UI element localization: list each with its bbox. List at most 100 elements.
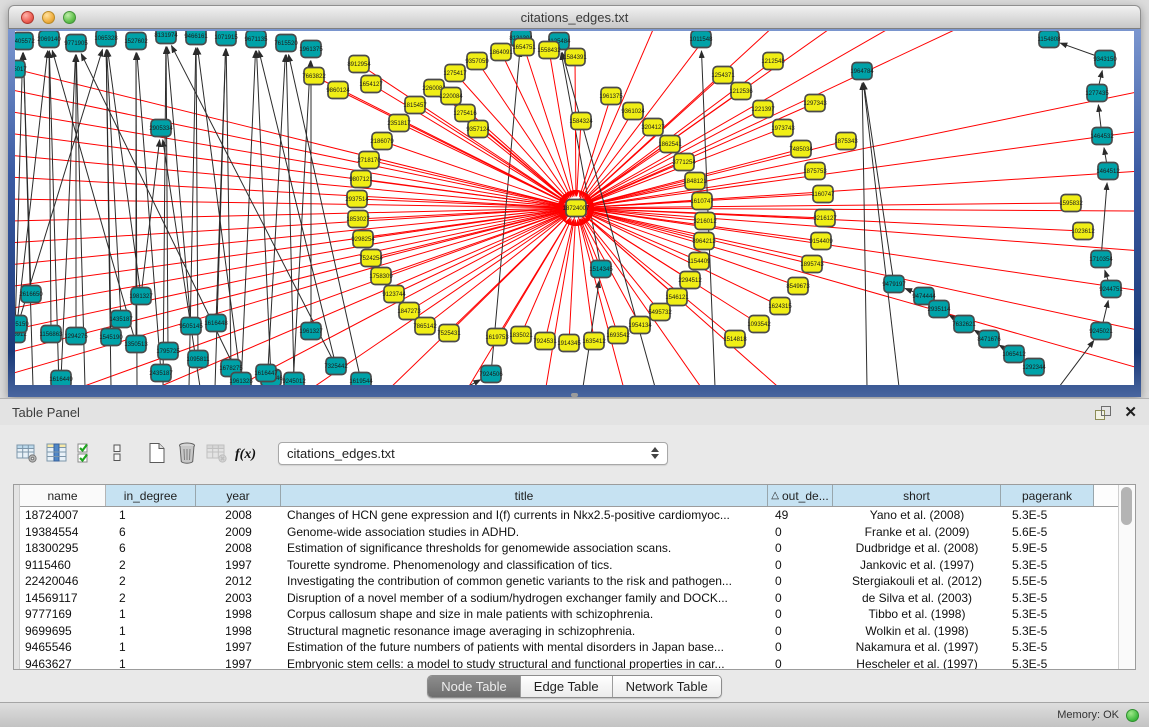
- graph-node[interactable]: 3216127: [813, 210, 837, 227]
- graph-node[interactable]: 7924531: [533, 333, 557, 350]
- graph-node[interactable]: 7525431: [437, 325, 461, 342]
- graph-edge[interactable]: [267, 55, 285, 385]
- graph-node[interactable]: 1616449: [49, 371, 73, 386]
- graph-node[interactable]: 9505145: [179, 318, 203, 335]
- window-titlebar[interactable]: citations_edges.txt: [8, 5, 1141, 29]
- graph-node[interactable]: 2186079: [370, 133, 394, 150]
- graph-node[interactable]: 1895743: [800, 256, 824, 273]
- graph-node[interactable]: 1758309: [369, 268, 393, 285]
- table-row[interactable]: 969969511998Structural magnetic resonanc…: [20, 623, 1118, 640]
- graph-node[interactable]: 9123744: [382, 286, 406, 303]
- graph-node[interactable]: 1624315: [768, 298, 792, 315]
- graph-node[interactable]: 1545190: [99, 329, 123, 346]
- graph-node[interactable]: 9343150: [1093, 51, 1117, 68]
- graph-node[interactable]: 8131974: [154, 31, 178, 44]
- graph-node[interactable]: 1220084: [439, 88, 463, 105]
- column-header-name[interactable]: name: [20, 485, 106, 506]
- graph-edge[interactable]: [467, 380, 480, 385]
- graph-node[interactable]: 1275416: [453, 105, 477, 122]
- graph-node[interactable]: 1154409: [688, 253, 712, 270]
- graph-node[interactable]: 1212548: [761, 53, 785, 70]
- graph-node[interactable]: 1616448: [204, 315, 228, 332]
- graph-node[interactable]: 1071915: [214, 31, 238, 46]
- graph-node[interactable]: 1954134: [628, 317, 652, 334]
- column-header-short[interactable]: short: [833, 485, 1001, 506]
- graph-node[interactable]: 7485034: [789, 141, 813, 158]
- graph-node[interactable]: 1212536: [729, 83, 753, 100]
- column-header-out_de[interactable]: △out_de...: [768, 485, 833, 506]
- graph-node[interactable]: 1914345: [557, 335, 581, 352]
- memory-status-icon[interactable]: [1126, 709, 1139, 722]
- graph-node[interactable]: 1514818: [723, 331, 747, 348]
- graph-edge[interactable]: [163, 47, 166, 385]
- graph-node[interactable]: 9671135: [245, 31, 269, 48]
- graph-node[interactable]: 1464532: [1090, 128, 1114, 145]
- graph-node[interactable]: 1654751: [512, 39, 536, 56]
- panel-splitter-handle[interactable]: [571, 393, 578, 397]
- float-window-icon[interactable]: [1095, 406, 1110, 419]
- graph-edge[interactable]: [569, 220, 575, 343]
- graph-edge[interactable]: [166, 47, 168, 351]
- graph-node[interactable]: 1011548: [690, 31, 714, 48]
- graph-edge[interactable]: [1101, 183, 1107, 259]
- graph-node[interactable]: 1435187: [109, 311, 133, 328]
- close-panel-icon[interactable]: ✕: [1124, 405, 1137, 420]
- graph-node[interactable]: 7663822: [302, 68, 326, 85]
- graph-node[interactable]: 9298254: [351, 231, 375, 248]
- graph-node[interactable]: 7325442: [324, 358, 348, 375]
- scrollbar-thumb[interactable]: [1121, 487, 1132, 525]
- graph-node[interactable]: 5495732: [648, 304, 672, 321]
- column-header-pagerank[interactable]: pagerank: [1001, 485, 1094, 506]
- graph-node[interactable]: 1961328: [229, 373, 253, 386]
- graph-node[interactable]: 1973743: [771, 120, 795, 137]
- delete-table-icon[interactable]: [202, 438, 232, 468]
- table-row[interactable]: 1830029562008Estimation of significance …: [20, 540, 1118, 557]
- delete-columns-icon[interactable]: [172, 438, 202, 468]
- graph-edge[interactable]: [449, 216, 567, 333]
- graph-edge[interactable]: [15, 208, 576, 309]
- graph-node[interactable]: 1961327: [299, 323, 323, 340]
- graph-node[interactable]: 1864091: [489, 44, 513, 61]
- graph-edge[interactable]: [215, 49, 226, 385]
- graph-node[interactable]: 9245012: [282, 373, 306, 386]
- graph-node[interactable]: 8912954: [347, 56, 371, 73]
- graph-node[interactable]: 1795725: [156, 343, 180, 360]
- graph-node[interactable]: 1595832: [1059, 195, 1083, 212]
- graph-node[interactable]: 2616650: [19, 286, 43, 303]
- graph-node[interactable]: 1961375: [599, 88, 623, 105]
- table-row[interactable]: 946362711997Embryonic stem cells: a mode…: [20, 656, 1118, 670]
- graph-node[interactable]: 1964784: [850, 63, 874, 80]
- graph-node[interactable]: 2905334: [149, 120, 173, 137]
- table-scrollbar[interactable]: [1118, 485, 1135, 669]
- graph-node[interactable]: 1156863: [40, 326, 64, 343]
- tab-edge-table[interactable]: Edge Table: [521, 676, 613, 697]
- graph-node[interactable]: 9245021: [1089, 323, 1113, 340]
- graph-node[interactable]: 9860124: [326, 82, 350, 99]
- graph-node[interactable]: 1297343: [803, 95, 827, 112]
- table-row[interactable]: 1872400712008Changes of HCN gene express…: [20, 507, 1118, 524]
- graph-edge[interactable]: [576, 208, 1134, 211]
- graph-edge[interactable]: [576, 31, 895, 208]
- graph-node[interactable]: 1616447: [254, 365, 278, 382]
- graph-node[interactable]: 1527602: [124, 33, 148, 50]
- graph-node[interactable]: 1875343: [834, 133, 858, 150]
- graph-node[interactable]: 8471676: [977, 331, 1001, 348]
- graph-node[interactable]: 9357059: [465, 53, 489, 70]
- graph-node[interactable]: 7865142: [413, 318, 437, 335]
- graph-node[interactable]: 9361024: [621, 103, 645, 120]
- graph-edge[interactable]: [241, 51, 255, 385]
- graph-node[interactable]: 1221397: [751, 101, 775, 118]
- graph-node[interactable]: 2935114: [928, 301, 952, 318]
- function-builder-icon[interactable]: f(x): [232, 438, 262, 468]
- graph-node[interactable]: 1350513: [124, 336, 148, 353]
- graph-node[interactable]: 1853027: [346, 211, 370, 228]
- graph-edge[interactable]: [477, 61, 569, 198]
- graph-edge[interactable]: [864, 83, 894, 284]
- graph-node[interactable]: 1405572: [15, 33, 35, 50]
- close-window-icon[interactable]: [21, 11, 34, 24]
- graph-node[interactable]: 9771905: [64, 35, 88, 52]
- graph-node[interactable]: 1981327: [129, 288, 153, 305]
- graph-node[interactable]: 1619753: [485, 329, 509, 346]
- graph-node[interactable]: 1862541: [658, 136, 682, 153]
- graph-node[interactable]: 1095811: [187, 351, 211, 368]
